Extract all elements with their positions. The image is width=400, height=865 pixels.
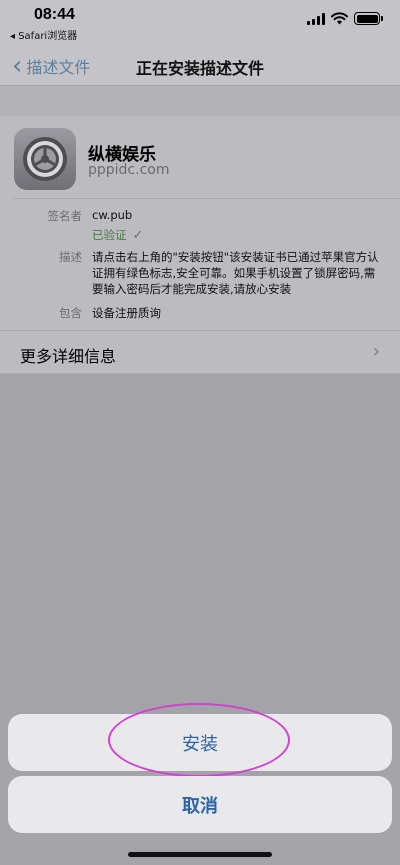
description-value: 请点击右上角的"安装按钮"该安装证书已通过苹果官方认证拥有绿色标志,安全可靠。如… [92, 250, 379, 296]
back-to-app-link[interactable]: ◂ Safari浏览器 [10, 27, 77, 42]
profile-card: 纵横娱乐 pppidc.com 签名者 cw.pub 已验证 ✓ 描述 请点击右… [0, 116, 400, 330]
signal-icon [307, 12, 325, 25]
more-details-row[interactable]: 更多详细信息 › [0, 330, 400, 374]
section-spacer [0, 86, 400, 116]
nav-bar: ‹ 描述文件 正在安装描述文件 [0, 44, 400, 86]
signer-value: cw.pub [92, 208, 133, 222]
status-icons [307, 12, 383, 25]
divider [14, 198, 400, 199]
gear-icon [14, 128, 76, 190]
verified-label: 已验证 [92, 228, 127, 242]
description-label: 描述 [59, 250, 82, 264]
cancel-button-label: 取消 [182, 795, 218, 817]
highlight-circle [108, 703, 290, 777]
wifi-icon [331, 12, 348, 25]
contains-label: 包含 [59, 306, 82, 320]
verified-status: 已验证 ✓ [92, 227, 143, 243]
page-title: 正在安装描述文件 [135, 59, 264, 78]
signer-label: 签名者 [47, 209, 83, 223]
status-time: 08:44 [34, 6, 75, 23]
contains-value: 设备注册质询 [92, 306, 161, 320]
status-bar: 08:44 ◂ Safari浏览器 [0, 0, 400, 44]
home-indicator[interactable] [128, 852, 272, 857]
more-details-label: 更多详细信息 [20, 347, 117, 366]
battery-icon [354, 12, 383, 25]
cancel-button[interactable]: 取消 [8, 776, 392, 833]
profile-domain: pppidc.com [88, 162, 170, 178]
chevron-right-icon: › [372, 341, 380, 362]
checkmark-icon: ✓ [132, 227, 144, 243]
